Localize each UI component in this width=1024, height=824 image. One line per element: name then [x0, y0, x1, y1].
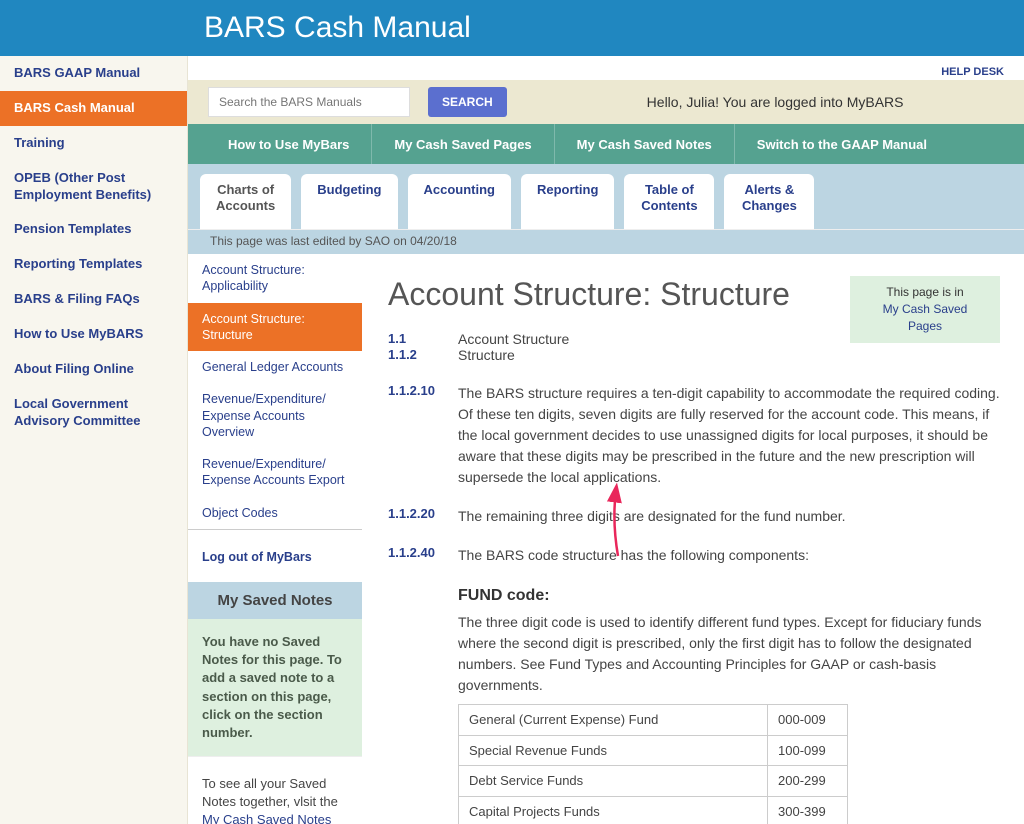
sidebar-item[interactable]: BARS GAAP Manual: [0, 56, 187, 91]
section-nav-item[interactable]: General Ledger Accounts: [188, 351, 362, 383]
table-row: Debt Service Funds200-299: [459, 766, 848, 797]
table-cell: 000-009: [768, 705, 848, 736]
top-banner: BARS Cash Manual: [0, 0, 1024, 56]
section-text: The remaining three digits are designate…: [458, 506, 846, 527]
saved-notes-pre: To see all your Saved Notes together, vl…: [202, 776, 338, 809]
section-text: The BARS code structure has the followin…: [458, 545, 809, 566]
sidebar-item[interactable]: How to Use MyBARS: [0, 317, 187, 352]
fund-heading: FUND code:: [458, 584, 1000, 608]
help-desk-link[interactable]: HELP DESK: [941, 66, 1004, 78]
section-text: The BARS structure requires a ten-digit …: [458, 383, 1000, 488]
table-cell: Special Revenue Funds: [459, 735, 768, 766]
sidebar-item[interactable]: Reporting Templates: [0, 247, 187, 282]
section-number[interactable]: 1.1.2.10: [388, 383, 458, 488]
search-input[interactable]: [208, 87, 410, 117]
table-cell: General (Current Expense) Fund: [459, 705, 768, 736]
section-nav-item[interactable]: Revenue/Expenditure/ Expense Accounts Ov…: [188, 383, 362, 448]
tab[interactable]: Alerts &Changes: [740, 182, 798, 213]
left-sidebar: BARS GAAP ManualBARS Cash ManualTraining…: [0, 56, 188, 824]
section-sidebar: Account Structure: ApplicabilityAccount …: [188, 254, 362, 824]
tab[interactable]: Reporting: [537, 182, 598, 198]
table-cell: 300-399: [768, 796, 848, 824]
tab[interactable]: Charts ofAccounts: [216, 182, 275, 213]
search-login-bar: SEARCH Hello, Julia! You are logged into…: [188, 80, 1024, 124]
section-nav-item[interactable]: Account Structure: Applicability: [188, 254, 362, 303]
topnav-item[interactable]: My Cash Saved Notes: [554, 124, 734, 164]
section-nav-item[interactable]: Object Codes: [188, 497, 362, 529]
fund-table: General (Current Expense) Fund000-009Spe…: [458, 704, 848, 824]
saved-page-badge: This page is in My Cash Saved Pages: [850, 276, 1000, 342]
saved-notes-header: My Saved Notes: [188, 582, 362, 619]
breadcrumb-number[interactable]: 1.1.2: [388, 347, 458, 363]
section-number[interactable]: 1.1.2.20: [388, 506, 458, 527]
table-row: Special Revenue Funds100-099: [459, 735, 848, 766]
sidebar-item[interactable]: Training: [0, 126, 187, 161]
topnav-item[interactable]: My Cash Saved Pages: [371, 124, 553, 164]
sidebar-item[interactable]: Local Government Advisory Committee: [0, 387, 187, 439]
saved-badge-link[interactable]: My Cash Saved Pages: [883, 302, 968, 333]
table-cell: 200-299: [768, 766, 848, 797]
saved-notes-link[interactable]: My Cash Saved Notes: [202, 812, 331, 824]
article: This page is in My Cash Saved Pages Acco…: [362, 254, 1024, 824]
logout-link[interactable]: Log out of MyBars: [202, 550, 312, 564]
table-row: Capital Projects Funds300-399: [459, 796, 848, 824]
sidebar-item[interactable]: BARS Cash Manual: [0, 91, 187, 126]
topnav-item[interactable]: Switch to the GAAP Manual: [734, 124, 949, 164]
tab-bar: Charts ofAccounts Budgeting Accounting Repo…: [188, 164, 1024, 229]
sidebar-item[interactable]: Pension Templates: [0, 212, 187, 247]
tab[interactable]: Accounting: [424, 182, 496, 198]
sidebar-item[interactable]: BARS & Filing FAQs: [0, 282, 187, 317]
tab[interactable]: Table ofContents: [640, 182, 698, 213]
section-nav-item[interactable]: Revenue/Expenditure/ Expense Accounts Ex…: [188, 448, 362, 497]
table-row: General (Current Expense) Fund000-009: [459, 705, 848, 736]
last-edited: This page was last edited by SAO on 04/2…: [188, 230, 1024, 254]
sidebar-item[interactable]: OPEB (Other Post Employment Benefits): [0, 161, 187, 213]
table-cell: Capital Projects Funds: [459, 796, 768, 824]
login-message: Hello, Julia! You are logged into MyBARS: [647, 94, 904, 110]
tab[interactable]: Budgeting: [317, 182, 381, 198]
table-cell: Debt Service Funds: [459, 766, 768, 797]
breadcrumb-number[interactable]: 1.1: [388, 331, 458, 347]
saved-badge-pre: This page is in: [886, 285, 963, 299]
saved-notes-together: To see all your Saved Notes together, vl…: [188, 756, 362, 824]
fund-intro: The three digit code is used to identify…: [458, 614, 981, 693]
section-nav-item[interactable]: Account Structure: Structure: [188, 303, 362, 352]
breadcrumb-label: Account Structure: [458, 331, 569, 347]
sidebar-item[interactable]: About Filing Online: [0, 352, 187, 387]
top-nav: How to Use MyBarsMy Cash Saved PagesMy C…: [188, 124, 1024, 164]
section-number[interactable]: 1.1.2.40: [388, 545, 458, 566]
help-bar: HELP DESK: [188, 56, 1024, 80]
breadcrumb-label: Structure: [458, 347, 515, 363]
page-title: BARS Cash Manual: [204, 11, 471, 45]
saved-notes-body: You have no Saved Notes for this page. T…: [188, 619, 362, 756]
search-button[interactable]: SEARCH: [428, 87, 507, 117]
topnav-item[interactable]: How to Use MyBars: [206, 124, 371, 164]
table-cell: 100-099: [768, 735, 848, 766]
